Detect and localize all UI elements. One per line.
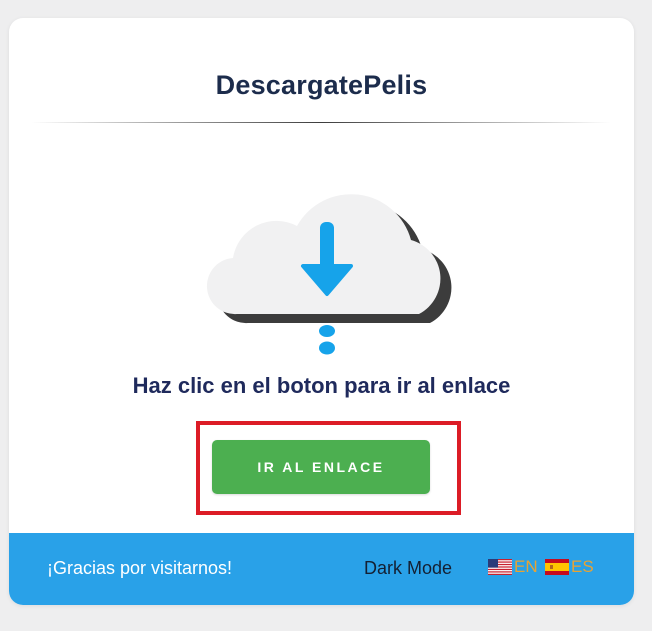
site-title: DescargatePelis [215, 70, 428, 100]
language-en-label: EN [514, 557, 538, 576]
dark-mode-toggle[interactable]: Dark Mode [364, 558, 452, 579]
footer-thanks-text: ¡Gracias por visitarnos! [47, 558, 233, 578]
main-card: DescargatePelis Haz clic en el boton par… [9, 18, 634, 605]
language-en-link[interactable]: EN [488, 557, 538, 577]
language-es-link[interactable]: ES [545, 557, 594, 577]
instruction-text: Haz clic en el boton para ir al enlace [132, 373, 511, 398]
cloud-download-icon [206, 194, 452, 355]
go-to-link-button[interactable]: IR AL ENLACE [212, 440, 430, 494]
footer-bar: ¡Gracias por visitarnos! Dark Mode EN ES [9, 533, 634, 605]
language-es-label: ES [571, 557, 594, 576]
us-flag-icon [488, 559, 512, 575]
es-flag-icon [545, 559, 569, 575]
title-divider [31, 122, 611, 123]
